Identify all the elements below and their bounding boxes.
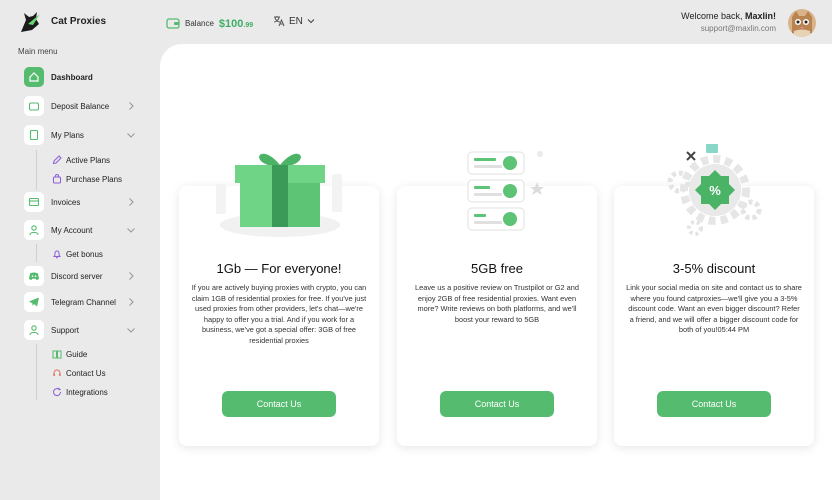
submenu-line — [36, 244, 37, 262]
discord-icon — [24, 266, 44, 286]
top-header: Cat Proxies Balance $100.99 EN Welcome b… — [0, 0, 832, 44]
bag-icon — [53, 174, 61, 184]
avatar[interactable] — [788, 9, 816, 37]
edit-icon — [52, 155, 62, 165]
invoice-icon — [24, 192, 44, 212]
card-description: If you are actively buying proxies with … — [191, 283, 367, 345]
balance-widget[interactable]: Balance $100.99 — [166, 14, 253, 32]
chevron-down-icon — [307, 19, 315, 24]
reviews-list-icon — [467, 151, 544, 231]
user-icon — [24, 220, 44, 240]
sidebar-item-dashboard[interactable]: Dashboard — [24, 67, 140, 87]
cat-avatar-icon — [792, 11, 812, 37]
submenu-line — [36, 344, 37, 400]
chevron-down-icon — [127, 328, 135, 333]
sidebar-item-telegram-channel[interactable]: Telegram Channel — [24, 292, 140, 312]
sidebar-subitem-purchase-plans[interactable]: Purchase Plans — [52, 172, 122, 186]
svg-text:%: % — [709, 183, 721, 198]
home-icon — [24, 67, 44, 87]
discount-gear-icon: % — [667, 144, 762, 236]
card-description: Leave us a positive review on Trustpilot… — [415, 283, 579, 324]
sidebar-item-label: My Plans — [51, 130, 84, 140]
card-description: Link your social media on site and conta… — [626, 283, 802, 335]
chevron-right-icon — [129, 298, 134, 306]
chevron-right-icon — [129, 272, 134, 280]
language-code: EN — [289, 15, 303, 27]
sidebar-item-deposit-balance[interactable]: Deposit Balance — [24, 96, 140, 116]
document-icon — [24, 125, 44, 145]
refresh-icon — [53, 387, 62, 397]
submenu-line — [36, 150, 37, 190]
welcome-text: Welcome back, Maxlin! — [681, 11, 776, 21]
contact-us-button[interactable]: Contact Us — [440, 391, 554, 417]
sidebar-item-support[interactable]: Support — [24, 320, 140, 340]
card-title: 5GB free — [470, 261, 524, 276]
support-user-icon — [24, 320, 44, 340]
welcome-block: Welcome back, Maxlin! support@maxlin.com — [681, 11, 776, 33]
card-title: 3-5% discount — [672, 261, 756, 276]
sidebar-item-label: Dashboard — [51, 72, 93, 82]
book-icon — [52, 350, 62, 359]
sidebar-subitem-active-plans[interactable]: Active Plans — [52, 153, 110, 167]
chevron-right-icon — [129, 102, 134, 110]
sidebar-item-label: Deposit Balance — [51, 101, 110, 111]
sidebar-item-label: Telegram Channel — [51, 297, 116, 307]
card-title: 1Gb — For everyone! — [216, 261, 342, 276]
bell-icon — [53, 250, 61, 259]
sidebar-subitem-get-bonus[interactable]: Get bonus — [52, 247, 103, 261]
headset-icon — [53, 369, 61, 376]
sidebar-item-label: My Account — [51, 225, 93, 235]
sidebar-subitem-contact-us[interactable]: Contact Us — [52, 366, 106, 380]
sidebar-subitem-integrations[interactable]: Integrations — [52, 385, 108, 399]
wallet-icon — [24, 96, 44, 116]
translate-icon — [273, 16, 285, 27]
user-email: support@maxlin.com — [700, 24, 776, 33]
sidebar-item-label: Support — [51, 325, 80, 335]
cat-logo-icon[interactable] — [18, 10, 42, 34]
chevron-down-icon — [127, 228, 135, 233]
chevron-right-icon — [129, 198, 134, 206]
main-panel: 1Gb — For everyone! If you are actively … — [160, 44, 832, 500]
telegram-icon — [24, 292, 44, 312]
wallet-icon — [166, 18, 180, 29]
sidebar-item-invoices[interactable]: Invoices — [24, 192, 140, 212]
sidebar-item-label: Invoices — [51, 197, 81, 207]
sidebar-subitem-guide[interactable]: Guide — [52, 347, 87, 361]
sidebar-item-my-account[interactable]: My Account — [24, 220, 140, 240]
balance-amount: $100.99 — [218, 18, 254, 30]
gift-box-icon — [216, 153, 342, 237]
sidebar-item-my-plans[interactable]: My Plans — [24, 125, 140, 145]
contact-us-button[interactable]: Contact Us — [222, 391, 336, 417]
brand-name[interactable]: Cat Proxies — [51, 16, 106, 27]
contact-us-button[interactable]: Contact Us — [657, 391, 771, 417]
sidebar-item-discord-server[interactable]: Discord server — [24, 266, 140, 286]
sidebar-item-label: Discord server — [51, 271, 103, 281]
balance-label: Balance — [185, 18, 214, 28]
main-menu-title: Main menu — [18, 47, 58, 56]
language-selector[interactable]: EN — [273, 15, 315, 27]
chevron-down-icon — [127, 133, 135, 138]
